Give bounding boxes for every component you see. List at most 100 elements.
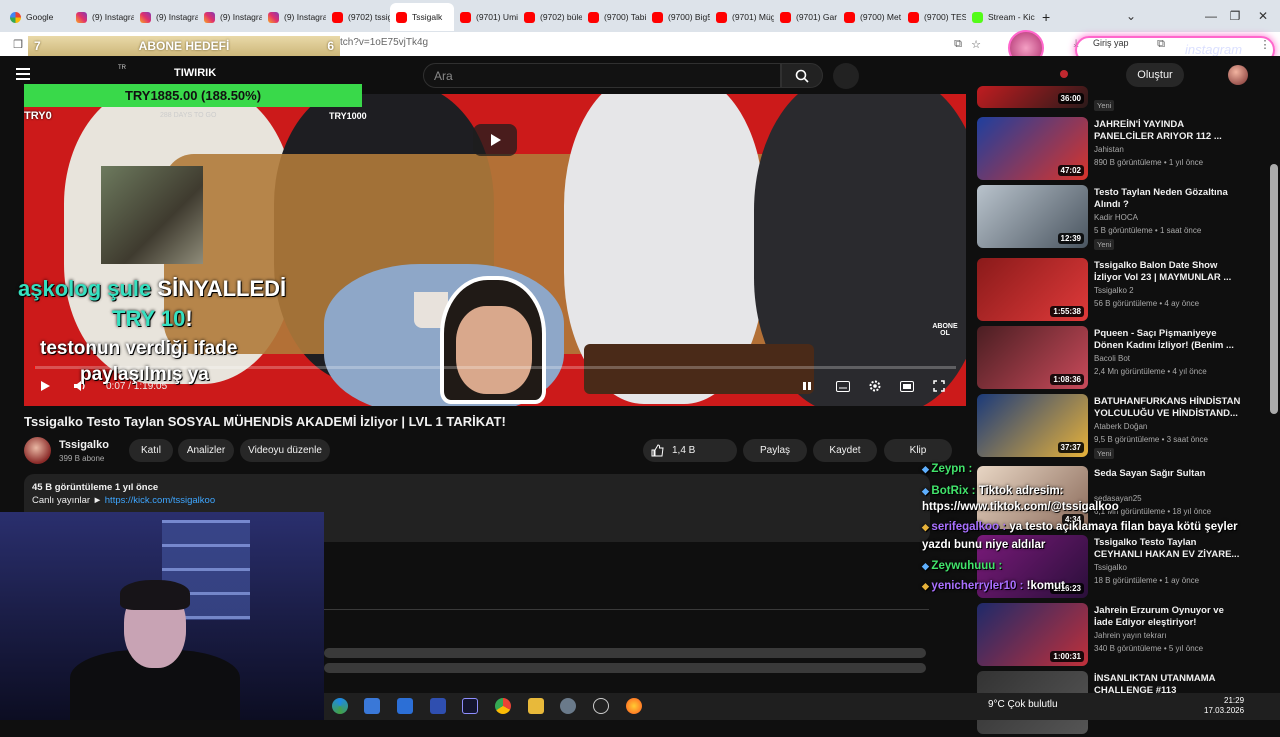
video-thumbnail[interactable]: 36:00 [977,86,1088,108]
tab-search-icon[interactable]: ⌄ [1108,0,1154,32]
new-tab-icon[interactable]: + [1036,3,1056,31]
chat-text: ya testo açıklamaya filan baya kötü şeyl… [1006,521,1238,533]
youtube-icon [908,11,919,23]
donation-widget-title: TIWIRIK [174,67,217,79]
channel-name[interactable]: Tssigalko [59,439,109,451]
subscribe-watermark[interactable]: ABONE OL [930,323,960,337]
edit-video-button[interactable]: Videoyu düzenle [240,439,330,462]
video-thumbnail[interactable]: 47:02 [977,117,1088,180]
search-input[interactable]: Ara [423,63,781,88]
donation-days-left: 288 DAYS TO GO [160,112,217,119]
app-icon[interactable] [430,698,446,714]
recommended-video-title[interactable]: Tssigalko Balon Date Show İzliyor Vol 23… [1094,260,1244,284]
pause-button[interactable] [798,377,816,395]
video-progress-bar[interactable] [34,366,956,369]
close-window-icon[interactable]: ✕ [1240,0,1280,32]
share-button[interactable]: Paylaş [743,439,807,462]
analytics-button[interactable]: Analizler [178,439,234,462]
browser-tab[interactable]: (9700) Tabi [582,3,646,31]
recommended-video-channel[interactable]: Tssigalko 2 [1094,286,1134,295]
chrome-icon[interactable] [495,698,511,714]
kick-link[interactable]: https://kick.com/tssigalkoo [105,495,215,506]
fullscreen-button[interactable] [930,377,948,395]
play-pause-button[interactable] [36,377,54,395]
recommended-video-title[interactable]: Pqueen - Saçı Pişmaniyeye Dönen Kadını İ… [1094,328,1244,352]
recommended-video-title[interactable]: Testo Taylan Neden Gözaltına Alındı ? [1094,187,1244,211]
browser-tab[interactable]: Google [4,3,70,31]
folder-icon[interactable] [528,698,544,714]
recommended-video-channel[interactable]: Bacoli Bot [1094,354,1130,363]
recommended-video-channel[interactable]: Ataberk Doğan [1094,422,1147,431]
browser-tab[interactable]: (9700) Big5 [646,3,710,31]
recommended-video-title[interactable]: Seda Sayan Sağır Sultan [1094,468,1244,480]
create-button[interactable]: Oluştur [1126,63,1184,87]
browser-tab[interactable]: (9700) TEST [902,3,966,31]
recommended-video-channel[interactable]: Tssigalko [1094,563,1127,572]
video-thumbnail[interactable]: 4:34 [977,466,1088,529]
video-thumbnail[interactable]: 12:39 [977,185,1088,248]
app-icon[interactable] [560,698,576,714]
chat-message: ◆ Zeywuhuuu : [922,560,1002,572]
like-dislike-group[interactable]: 1,4 B [643,439,737,462]
browser-tab[interactable]: (9) Instagra [134,3,198,31]
recommended-video-title[interactable]: Jahrein Erzurum Oynuyor ve İade Ediyor e… [1094,605,1244,629]
browser-tab[interactable]: (9701) Gar [774,3,838,31]
recommended-video-channel[interactable]: Kadir HOCA [1094,213,1138,222]
account-avatar[interactable] [1228,65,1248,85]
browser-tab[interactable]: (9702) tssig [326,3,390,31]
video-thumbnail[interactable]: 1:00:31 [977,603,1088,666]
voice-search-button[interactable] [833,63,859,89]
video-thumbnail[interactable]: 37:37 [977,394,1088,457]
video-thumbnail[interactable]: 1:55:38 [977,258,1088,321]
clip-button[interactable]: Klip [884,439,952,462]
sidebar-toggle-icon[interactable]: ❒ [10,36,26,52]
bookmark-star-icon[interactable]: ☆ [968,36,984,52]
recommended-video[interactable]: 12:39 Testo Taylan Neden Gözaltına Alındı… [977,185,1257,251]
recommended-video-channel[interactable]: Jahrein yayın tekrarı [1094,631,1166,640]
browser-tab[interactable]: (9) Instagra [70,3,134,31]
new-badge: Yeni [1094,239,1115,250]
premiere-icon[interactable] [462,698,478,714]
volume-button[interactable] [70,377,90,395]
recommended-video[interactable]: 47:02 JAHREİN'İ YAYINDA PANELCİLER ARIYOR… [977,117,1257,183]
search-button[interactable] [781,63,823,88]
install-icon[interactable]: ⧉ [950,36,966,52]
center-play-button[interactable] [473,124,517,156]
weather-widget[interactable]: 9°C Çok bulutlu [988,699,1058,710]
edge-icon[interactable] [332,698,348,714]
browser-tab[interactable]: (9701) Umi [454,3,518,31]
url-field[interactable]: tch?v=1oE75vjTk4g [340,37,428,48]
system-clock[interactable]: 21:29 17.03.2026 [1204,696,1244,716]
browser-tab[interactable]: (9702) büle [518,3,582,31]
recommended-video[interactable]: 1:55:38 Tssigalko Balon Date Show İzliyor… [977,258,1257,324]
new-badge: Yeni [1094,100,1115,111]
recommended-video-title[interactable]: BATUHANFURKANS HİNDİSTAN YOLCULUĞU VE Hİ… [1094,396,1244,420]
video-duration: 37:37 [1057,442,1084,453]
browser-tab[interactable]: (9700) Met [838,3,902,31]
firefox-icon[interactable] [626,698,642,714]
browser-tab-label: (9701) Müg [732,12,774,22]
browser-tab[interactable]: (9701) Müg [710,3,774,31]
browser-tab[interactable]: (9) Instagra [262,3,326,31]
subtitles-button[interactable] [834,377,852,395]
recommended-video[interactable]: 1:00:31 Jahrein Erzurum Oynuyor ve İade E… [977,603,1257,669]
login-button[interactable]: Giriş yap [1093,38,1129,48]
store-icon[interactable] [364,698,380,714]
recommended-video[interactable]: 1:08:36 Pqueen - Saçı Pişmaniyeye Dönen K… [977,326,1257,392]
recommended-video[interactable]: 37:37 BATUHANFURKANS HİNDİSTAN YOLCULUĞU … [977,394,1257,460]
browser-tab[interactable]: (9) Instagra [198,3,262,31]
obs-icon[interactable] [593,698,609,714]
recommended-video-title[interactable]: Tssigalko Testo Taylan CEYHANLI HAKAN EV… [1094,537,1244,561]
save-button[interactable]: Kaydet [813,439,877,462]
join-button[interactable]: Katıl [129,439,173,462]
mail-icon[interactable] [397,698,413,714]
settings-button[interactable] [866,377,884,395]
recommended-video-title[interactable]: JAHREİN'İ YAYINDA PANELCİLER ARIYOR 112 … [1094,119,1244,143]
miniplayer-button[interactable] [898,377,916,395]
video-thumbnail[interactable]: 1:08:36 [977,326,1088,389]
browser-tab[interactable]: Tssigalk [390,3,454,31]
page-scrollbar[interactable] [1270,164,1278,414]
channel-avatar[interactable] [24,437,51,464]
recommended-video-channel[interactable]: Jahistan [1094,145,1124,154]
browser-tab[interactable]: Stream - Kic [966,3,1036,31]
